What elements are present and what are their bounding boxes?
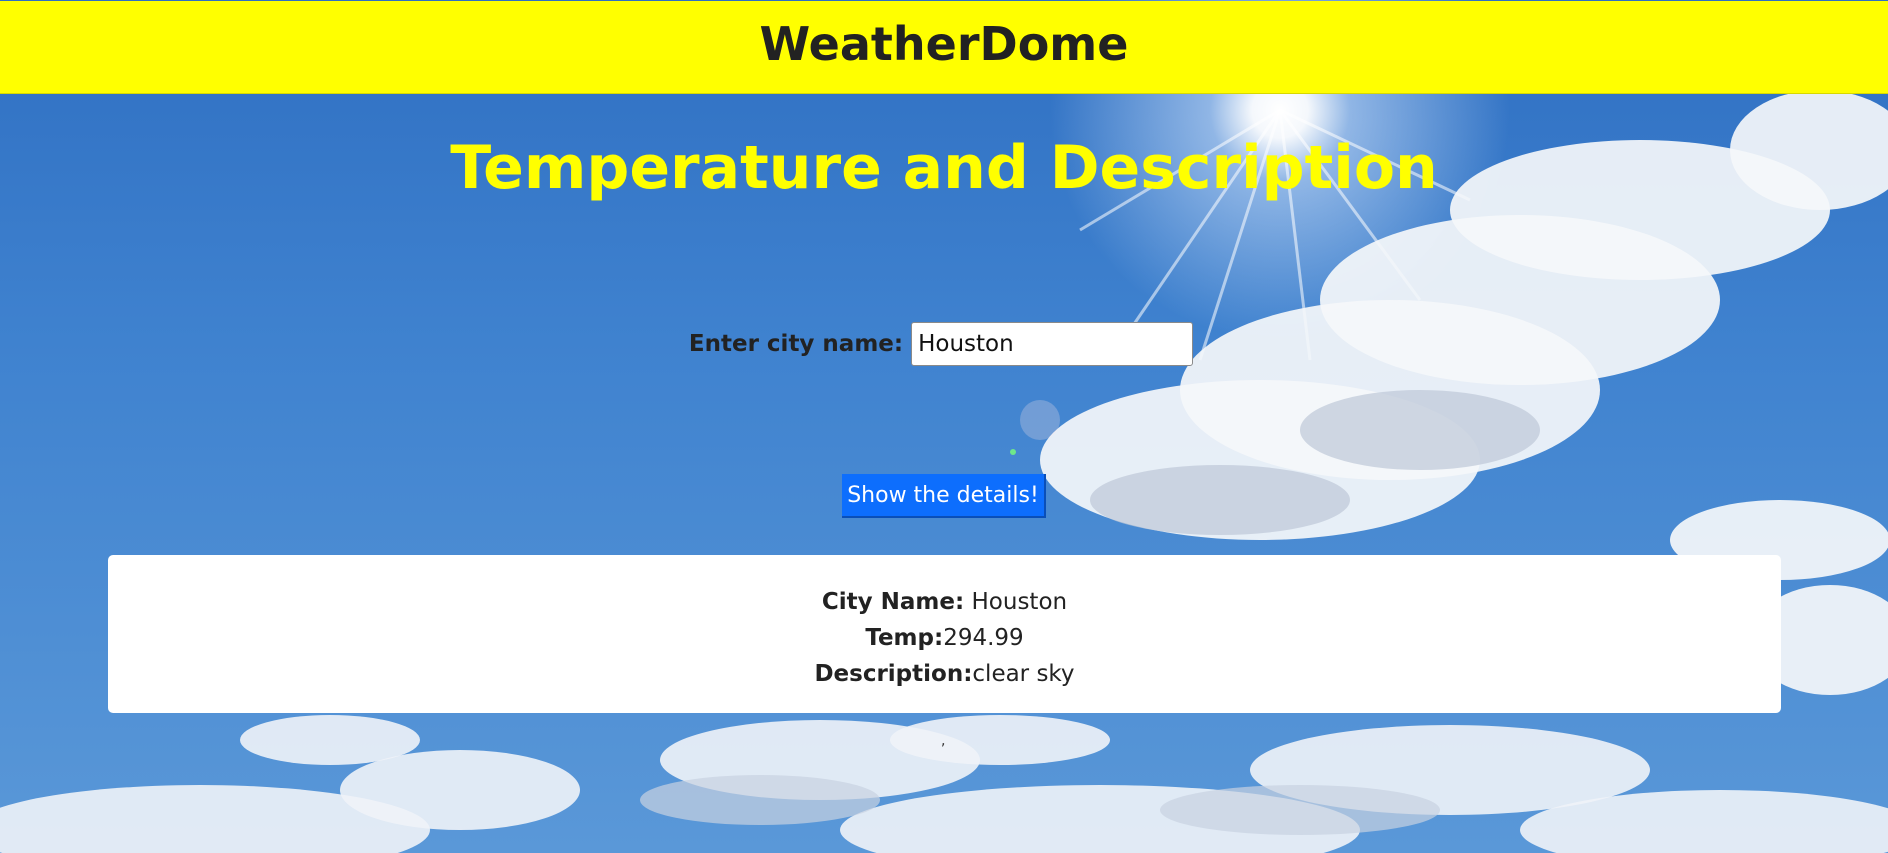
sky-background-image bbox=[0, 0, 1888, 853]
result-description-value: clear sky bbox=[972, 661, 1075, 687]
city-name-label: Enter city name: bbox=[688, 331, 904, 357]
result-temp-label: Temp: bbox=[865, 625, 944, 651]
result-city-line: City Name: Houston bbox=[108, 584, 1781, 620]
result-description-line: Description:clear sky bbox=[108, 656, 1781, 692]
result-temp-line: Temp:294.99 bbox=[108, 620, 1781, 656]
show-details-button[interactable]: Show the details! bbox=[842, 474, 1046, 518]
result-city-value: Houston bbox=[971, 589, 1068, 615]
page-heading: Temperature and Description bbox=[450, 133, 1438, 203]
city-name-input[interactable] bbox=[911, 322, 1194, 366]
app-title: WeatherDome bbox=[759, 17, 1129, 71]
stray-mark: , bbox=[941, 733, 946, 749]
result-temp-value: 294.99 bbox=[943, 625, 1024, 651]
weather-result-card: City Name: Houston Temp:294.99 Descripti… bbox=[108, 555, 1781, 713]
city-form-row: Enter city name: bbox=[0, 322, 1888, 366]
result-city-label: City Name: bbox=[821, 589, 965, 615]
result-description-label: Description: bbox=[814, 661, 973, 687]
header-bar: WeatherDome bbox=[0, 1, 1888, 94]
